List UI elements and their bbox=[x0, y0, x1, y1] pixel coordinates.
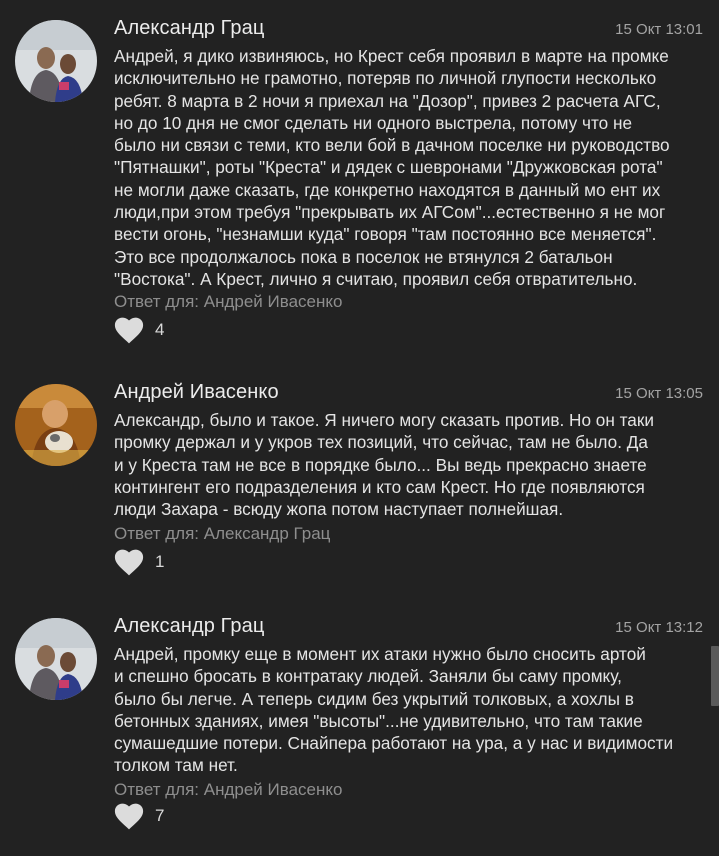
heart-icon bbox=[114, 803, 144, 829]
comment-line: сумашедшие потери. Снайпера работают на … bbox=[114, 733, 674, 754]
comment-line: люди,при этом требуя "прекрывать их АГСо… bbox=[114, 202, 666, 223]
comment-line: Александр, было и такое. Я ничего могу с… bbox=[114, 410, 654, 430]
like-button[interactable]: 1 bbox=[114, 547, 164, 577]
user-photo-avatar-icon bbox=[15, 618, 97, 700]
comment-text: Андрей, я дико извиняюсь, но Крест себя … bbox=[114, 45, 706, 290]
comment-line: толком там нет. bbox=[114, 755, 238, 776]
user-photo-avatar-icon bbox=[15, 20, 97, 102]
avatar[interactable] bbox=[15, 618, 97, 700]
comment-text: Андрей, промку еще в момент их атаки нуж… bbox=[114, 643, 706, 777]
comment-line: ребят. 8 марта в 2 ночи я приехал на "До… bbox=[114, 90, 661, 111]
like-count: 1 bbox=[155, 552, 165, 571]
author-name[interactable]: Андрей Ивасенко bbox=[114, 381, 279, 404]
like-button[interactable]: 7 bbox=[114, 801, 164, 831]
user-photo-avatar-icon bbox=[15, 384, 97, 466]
comment-line: Андрей, я дико извиняюсь, но Крест себя … bbox=[114, 46, 669, 66]
comment-line: промку держал и у укров тех позиций, что… bbox=[114, 432, 648, 453]
comment-line: было бы легче. А теперь сидим без укрыти… bbox=[114, 688, 634, 709]
reply-to-link[interactable]: Ответ для: Андрей Ивасенко bbox=[114, 292, 342, 312]
comment-line: и у Креста там не все в порядке было... … bbox=[114, 454, 647, 475]
comment-line: и спешно бросать в контратаку людей. Зан… bbox=[114, 666, 622, 687]
comment-line: бетонных зданиях, имея "высоты"...не уди… bbox=[114, 710, 643, 731]
author-name[interactable]: Александр Грац bbox=[114, 615, 264, 638]
comment-line: Это все продолжалось пока в поселок не в… bbox=[114, 246, 613, 267]
timestamp: 15 Окт 13:05 bbox=[615, 385, 703, 402]
comment-line: "Пятнашки", роты "Креста" и дядек с шевр… bbox=[114, 157, 663, 178]
comment-line: вести огонь, "незнамши куда" говоря "там… bbox=[114, 224, 657, 245]
comment-line: было ни связи с теми, кто вели бой в дач… bbox=[114, 135, 670, 156]
scrollbar[interactable] bbox=[711, 646, 719, 706]
like-button[interactable]: 4 bbox=[114, 315, 164, 345]
comment-line: люди Захара - всюду жопа потом наступает… bbox=[114, 499, 564, 520]
comment-feed: Александр Грац 15 Окт 13:01 Андрей, я ди… bbox=[0, 0, 719, 856]
comment-line: контингент его подразделения и кто сам К… bbox=[114, 476, 645, 497]
heart-icon bbox=[114, 549, 144, 575]
like-count: 4 bbox=[155, 320, 165, 339]
heart-icon bbox=[114, 317, 144, 343]
avatar[interactable] bbox=[15, 384, 97, 466]
timestamp: 15 Окт 13:01 bbox=[615, 21, 703, 38]
reply-to-link[interactable]: Ответ для: Александр Грац bbox=[114, 524, 330, 544]
comment-line: но до 10 дня не смог сделать ни одного в… bbox=[114, 112, 633, 133]
comment-text: Александр, было и такое. Я ничего могу с… bbox=[114, 409, 706, 520]
comment-line: исключительно не грамотно, потеряв по ли… bbox=[114, 68, 657, 89]
comment-line: "Востока". А Крест, лично я считаю, проя… bbox=[114, 268, 638, 289]
author-name[interactable]: Александр Грац bbox=[114, 17, 264, 40]
comment-line: Андрей, промку еще в момент их атаки нуж… bbox=[114, 644, 646, 664]
avatar[interactable] bbox=[15, 20, 97, 102]
timestamp: 15 Окт 13:12 bbox=[615, 619, 703, 636]
comment-line: не могли даже сказать, где конкретно нах… bbox=[114, 179, 661, 200]
reply-to-link[interactable]: Ответ для: Андрей Ивасенко bbox=[114, 780, 342, 800]
like-count: 7 bbox=[155, 806, 165, 825]
